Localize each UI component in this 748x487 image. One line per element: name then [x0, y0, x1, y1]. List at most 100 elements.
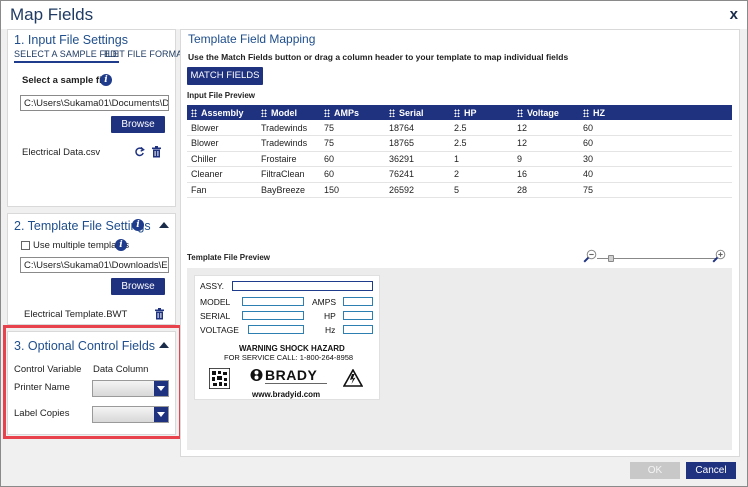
sample-file-path-input[interactable]: C:\Users\Sukama01\Documents\Data Au — [20, 95, 169, 111]
column-header-assembly[interactable]: Assembly — [187, 105, 257, 120]
label-assy: ASSY. — [200, 281, 224, 291]
table-cell: Fan — [187, 182, 257, 198]
table-cell: 26592 — [385, 182, 450, 198]
input-file-preview-table: Assembly Model AMPs Serial HP Voltage HZ… — [187, 105, 732, 198]
table-cell: 36291 — [385, 151, 450, 167]
column-header-hp[interactable]: HP — [450, 105, 513, 120]
column-header-amps[interactable]: AMPs — [320, 105, 385, 120]
sample-file-name: Electrical Data.csv — [22, 147, 101, 158]
table-cell: Chiller — [187, 151, 257, 167]
table-cell: 30 — [579, 151, 732, 167]
drag-handle-icon — [454, 108, 460, 117]
table-header-row: Assembly Model AMPs Serial HP Voltage HZ — [187, 105, 732, 120]
table-cell: 12 — [513, 135, 579, 152]
zoom-in-icon[interactable] — [712, 249, 726, 263]
info-icon[interactable]: i — [115, 239, 127, 251]
label-template-preview: ASSY. MODEL AMPS SERIAL HP VOLTAGE Hz WA… — [194, 275, 380, 400]
drag-handle-icon — [583, 108, 589, 117]
table-cell: FiltraClean — [257, 166, 320, 183]
table-cell: 9 — [513, 151, 579, 167]
trash-icon[interactable] — [151, 146, 162, 158]
input-file-preview-label: Input File Preview — [187, 91, 256, 100]
brand-tagline-line — [265, 383, 327, 384]
tab-edit-file-format[interactable]: EDIT FILE FORMAT — [104, 49, 187, 59]
panel2-title: 2. Template File Settings — [14, 219, 151, 233]
label-model: MODEL — [200, 297, 231, 307]
brand-name: BRADY — [265, 367, 318, 383]
ok-button[interactable]: OK — [630, 462, 680, 479]
website-text: www.bradyid.com — [252, 390, 321, 399]
mapping-title: Template Field Mapping — [188, 32, 316, 46]
label-voltage: VOLTAGE — [200, 325, 239, 335]
trash-icon[interactable] — [154, 308, 165, 320]
table-row: Cleaner FiltraClean 60 76241 2 16 40 — [187, 166, 732, 183]
table-cell: 75 — [579, 182, 732, 198]
table-cell: 75 — [320, 120, 385, 136]
map-fields-dialog: Map Fields x 1. Input File Settings SELE… — [0, 0, 748, 487]
table-cell: 76241 — [385, 166, 450, 183]
table-cell: 2.5 — [450, 120, 513, 136]
zoom-out-icon[interactable] — [583, 249, 597, 263]
table-row: Blower Tradewinds 75 18765 2.5 12 60 — [187, 135, 732, 152]
panel1-title: 1. Input File Settings — [14, 33, 128, 47]
serial-field-box — [242, 311, 304, 320]
column-header-voltage[interactable]: Voltage — [513, 105, 579, 120]
table-cell: Cleaner — [187, 166, 257, 183]
cancel-button[interactable]: Cancel — [686, 462, 736, 479]
zoom-slider-track[interactable] — [597, 258, 717, 259]
table-cell: BayBreeze — [257, 182, 320, 198]
table-cell: 40 — [579, 166, 732, 183]
info-icon[interactable]: i — [100, 74, 112, 86]
assy-field-box — [232, 281, 373, 291]
table-row: Chiller Frostaire 60 36291 1 9 30 — [187, 151, 732, 167]
zoom-slider-thumb[interactable] — [608, 255, 614, 262]
match-fields-button[interactable]: MATCH FIELDS — [187, 67, 263, 85]
table-cell: 150 — [320, 182, 385, 198]
template-file-name: Electrical Template.BWT — [24, 309, 128, 320]
multiple-templates-checkbox[interactable] — [21, 241, 30, 250]
table-cell: 16 — [513, 166, 579, 183]
column-header-hz[interactable]: HZ — [579, 105, 732, 120]
label-hz: Hz — [325, 325, 336, 335]
table-cell: 12 — [513, 120, 579, 136]
qr-code-icon — [209, 368, 230, 389]
browse-template-button[interactable]: Browse — [111, 278, 165, 295]
brady-logo: BRADY — [250, 367, 332, 388]
drag-handle-icon — [191, 108, 197, 117]
mapping-instructions: Use the Match Fields button or drag a co… — [188, 52, 569, 62]
table-cell: 2.5 — [450, 135, 513, 152]
warning-text: WARNING SHOCK HAZARD — [239, 344, 345, 353]
table-cell: 60 — [320, 151, 385, 167]
table-row: Fan BayBreeze 150 26592 5 28 75 — [187, 182, 732, 198]
table-cell: 18765 — [385, 135, 450, 152]
template-file-preview-label: Template File Preview — [187, 253, 270, 262]
browse-sample-button[interactable]: Browse — [111, 116, 165, 133]
sample-file-label: Select a sample file — [22, 75, 110, 86]
refresh-icon[interactable] — [134, 146, 145, 158]
title-bar: Map Fields x — [1, 1, 747, 29]
template-file-path-input[interactable]: C:\Users\Sukama01\Downloads\Electrica — [20, 257, 169, 273]
table-cell: 60 — [579, 135, 732, 152]
info-icon[interactable]: i — [132, 219, 144, 231]
window-title: Map Fields — [10, 5, 94, 24]
table-cell: 1 — [450, 151, 513, 167]
table-cell: 5 — [450, 182, 513, 198]
table-cell: 28 — [513, 182, 579, 198]
collapse-caret-icon[interactable] — [159, 222, 169, 228]
label-amps: AMPS — [312, 297, 337, 307]
drag-handle-icon — [389, 108, 395, 117]
table-cell: 18764 — [385, 120, 450, 136]
close-icon[interactable]: x — [730, 6, 738, 23]
column-header-serial[interactable]: Serial — [385, 105, 450, 120]
table-cell: Tradewinds — [257, 120, 320, 136]
drag-handle-icon — [261, 108, 267, 117]
hz-field-box — [343, 325, 373, 334]
table-cell: 2 — [450, 166, 513, 183]
table-row: Blower Tradewinds 75 18764 2.5 12 60 — [187, 120, 732, 136]
amps-field-box — [343, 297, 373, 306]
column-header-model[interactable]: Model — [257, 105, 320, 120]
table-cell: Blower — [187, 135, 257, 152]
label-hp: HP — [324, 311, 336, 321]
service-text: FOR SERVICE CALL: 1-800-264-8958 — [224, 353, 354, 362]
highlight-box — [3, 325, 182, 439]
